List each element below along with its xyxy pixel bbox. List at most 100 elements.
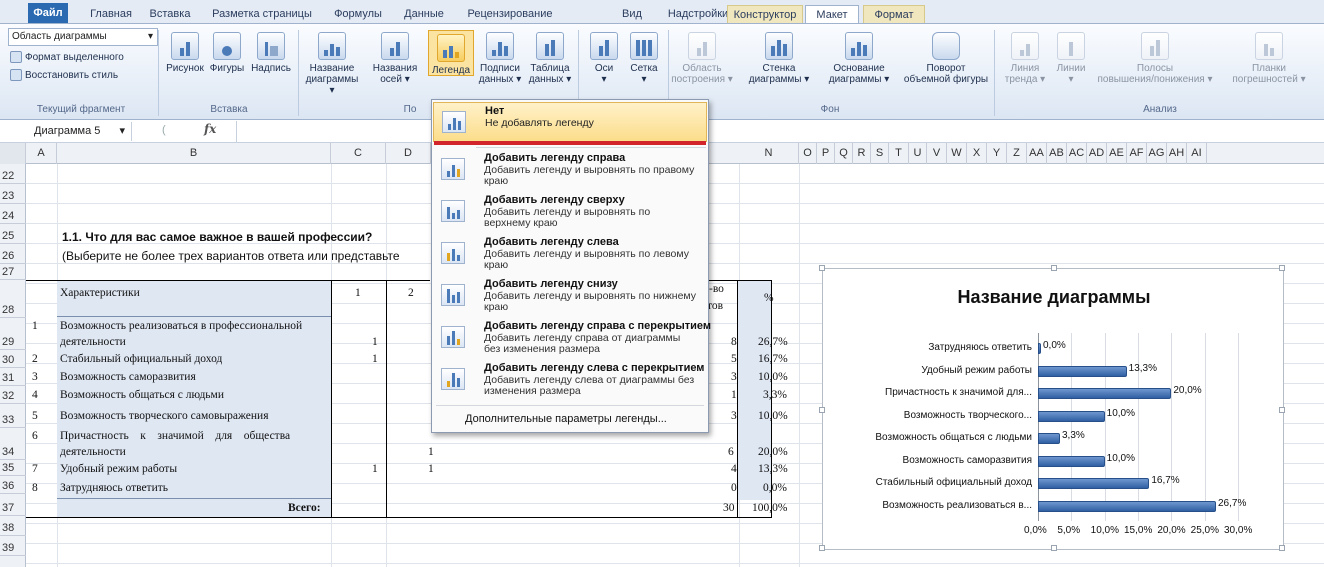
shapes-button[interactable]: Фигуры [204,32,250,74]
row-text[interactable]: Стабильный официальный доход [60,353,222,365]
name-box[interactable]: Диаграмма 5 ▾ [26,122,132,141]
row-header[interactable]: 39 [0,536,26,556]
column-header[interactable]: AE [1107,143,1127,164]
textbox-button[interactable]: Надпись [248,32,294,74]
axes-button[interactable]: Оси ▾ [584,32,624,85]
tab-insert[interactable]: Вставка [142,5,198,23]
row-count[interactable]: 0 [731,482,737,494]
column-header[interactable]: P [817,143,835,164]
row-header[interactable]: 33 [0,404,26,428]
row-percent[interactable]: 0,0% [763,482,787,494]
question-note[interactable]: (Выберите не более трех вариантов ответа… [62,249,432,263]
chart-bar[interactable] [1038,478,1150,489]
row-text[interactable]: Возможность реализоваться в профессионал… [60,320,302,332]
row-value[interactable]: 1 [428,463,434,475]
tab-view[interactable]: Вид [612,5,652,23]
legend-none-item[interactable]: Нет Не добавлять легенду [433,102,707,142]
row-count[interactable]: 8 [731,336,737,348]
row-header[interactable]: 22 [0,164,26,184]
chart-bar[interactable] [1038,455,1105,467]
tab-layout[interactable]: Макет [805,5,859,23]
column-header[interactable]: Q [835,143,853,164]
plot-area-button[interactable]: Область построения ▾ [670,32,734,85]
legend-bottom-item[interactable]: Добавить легенду снизу Добавить легенду … [433,276,707,317]
row-value[interactable]: 1 [372,463,378,475]
column-header[interactable]: T [889,143,909,164]
row-header[interactable]: 23 [0,184,26,204]
question-title[interactable]: 1.1. Что для вас самое важное в вашей пр… [62,230,372,244]
row-header[interactable]: 31 [0,368,26,386]
format-selection-button[interactable]: Формат выделенного [10,50,124,66]
column-header[interactable]: AF [1127,143,1147,164]
row-count[interactable]: 4 [731,463,737,475]
row-header[interactable]: 29 [0,318,26,350]
row-value[interactable]: 1 [428,446,434,458]
total-count[interactable]: 30 [723,502,735,514]
lines-button[interactable]: Линии ▾ [1050,32,1092,85]
row-header[interactable]: 38 [0,516,26,536]
row-text[interactable]: Затрудняюсь ответить [60,482,168,494]
row-percent[interactable]: 16,7% [758,353,788,365]
row-percent[interactable]: 26,7% [758,336,788,348]
tab-home[interactable]: Главная [80,5,142,23]
legend-top-item[interactable]: Добавить легенду сверху Добавить легенду… [433,192,707,233]
row-text[interactable]: Возможность творческого самовыражения [60,410,269,422]
data-labels-button[interactable]: Подписи данных ▾ [476,32,524,85]
row-header[interactable]: 34 [0,428,26,460]
row-percent[interactable]: 10,0% [758,410,788,422]
row-text[interactable]: деятельности [60,336,126,348]
row-count[interactable]: 6 [728,446,734,458]
select-all-corner[interactable] [0,143,26,164]
column-header[interactable]: S [871,143,889,164]
tab-format[interactable]: Формат [863,5,925,23]
row-text[interactable]: Причастность к значимой для общества [60,430,290,442]
row-number[interactable]: 4 [32,389,38,401]
reset-style-button[interactable]: Восстановить стиль [10,68,118,84]
chart-floor-button[interactable]: Основание диаграммы ▾ [818,32,900,85]
row-number[interactable]: 7 [32,463,38,475]
column-header[interactable]: A [26,143,57,164]
row-header[interactable]: 36 [0,476,26,494]
row-number[interactable]: 3 [32,371,38,383]
tab-page-layout[interactable]: Разметка страницы [204,5,320,23]
header-percent[interactable]: % [764,292,774,304]
row-number[interactable]: 8 [32,482,38,494]
header-characteristics[interactable]: Характеристики [60,287,140,299]
row-header[interactable]: 30 [0,350,26,368]
row-header[interactable]: 35 [0,460,26,476]
row-number[interactable]: 5 [32,410,38,422]
row-header[interactable]: 28 [0,280,26,318]
row-header[interactable]: 26 [0,244,26,264]
column-header[interactable]: AB [1047,143,1067,164]
row-header[interactable]: 37 [0,494,26,516]
legend-left-item[interactable]: Добавить легенду слева Добавить легенду … [433,234,707,275]
data-table-button[interactable]: Таблица данных ▾ [526,32,574,85]
legend-left-overlay-item[interactable]: Добавить легенду слева с перекрытием Доб… [433,360,707,401]
row-number[interactable]: 1 [32,320,38,332]
column-header[interactable]: N [739,143,799,164]
column-header[interactable]: Z [1007,143,1027,164]
column-header[interactable]: R [853,143,871,164]
formula-input[interactable] [236,121,1324,142]
column-header[interactable]: AD [1087,143,1107,164]
column-header[interactable]: U [909,143,927,164]
legend-right-overlay-item[interactable]: Добавить легенду справа с перекрытием До… [433,318,711,359]
picture-button[interactable]: Рисунок [160,32,210,74]
row-text[interactable]: Возможность саморазвития [60,371,196,383]
column-header[interactable]: B [57,143,331,164]
header-count-2[interactable]: тов [707,300,723,312]
header-col-1[interactable]: 1 [355,287,361,299]
axis-titles-button[interactable]: Названия осей ▾ [364,32,426,85]
trendline-button[interactable]: Линия тренда ▾ [1000,32,1050,85]
column-header[interactable]: V [927,143,947,164]
resize-handle[interactable] [819,407,825,413]
row-count[interactable]: 3 [731,410,737,422]
column-header[interactable]: X [967,143,987,164]
column-header[interactable]: AC [1067,143,1087,164]
row-value[interactable]: 1 [372,353,378,365]
resize-handle[interactable] [1051,545,1057,551]
chart-bar[interactable] [1038,433,1060,444]
total-percent[interactable]: 100,0% [752,502,787,514]
row-percent[interactable]: 10,0% [758,371,788,383]
legend-button[interactable]: Легенда [428,30,474,76]
